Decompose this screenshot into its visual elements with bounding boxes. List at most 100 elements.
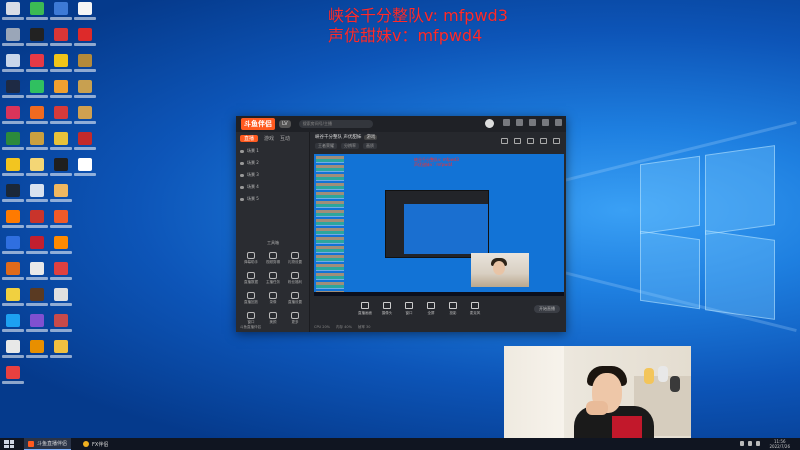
eye-icon[interactable]: [240, 173, 244, 177]
eye-icon[interactable]: [240, 185, 244, 189]
desktop-icon[interactable]: [0, 106, 26, 128]
desktop-icon[interactable]: [24, 132, 50, 154]
desktop-icon[interactable]: [72, 2, 98, 24]
desktop-icon[interactable]: [48, 314, 74, 336]
desktop-icon[interactable]: [0, 236, 26, 258]
desktop-icon[interactable]: [72, 106, 98, 128]
room-resolution[interactable]: 分辨率: [341, 143, 359, 149]
taskbar-app-douyu[interactable]: 斗鱼直播伴侣: [24, 438, 72, 450]
tool-item[interactable]: 美颜: [262, 312, 284, 325]
tool-item[interactable]: 直播设置: [284, 292, 306, 305]
network-icon[interactable]: [740, 441, 744, 446]
control-window[interactable]: 窗口: [398, 302, 420, 316]
desktop-icon[interactable]: [72, 54, 98, 76]
desktop-icon[interactable]: [24, 158, 50, 180]
desktop-icon[interactable]: [0, 54, 26, 76]
desktop-icon[interactable]: [24, 210, 50, 232]
desktop-icon[interactable]: [24, 288, 50, 310]
tool-item[interactable]: 视频剪辑: [262, 252, 284, 265]
taskbar-app-fx[interactable]: FX伴侣: [79, 438, 112, 450]
desktop-icon[interactable]: [48, 184, 74, 206]
desktop-icon[interactable]: [24, 262, 50, 284]
desktop-icon[interactable]: [24, 236, 50, 258]
control-projection[interactable]: 投影: [442, 302, 464, 316]
desktop-icon[interactable]: [48, 106, 74, 128]
desktop-icon[interactable]: [24, 28, 50, 50]
desktop-icon[interactable]: [24, 54, 50, 76]
desktop-icon[interactable]: [24, 314, 50, 336]
desktop-icon[interactable]: [72, 158, 98, 180]
desktop-icon[interactable]: [48, 236, 74, 258]
desktop-icon[interactable]: [48, 158, 74, 180]
start-live-button[interactable]: 开始直播: [534, 305, 560, 313]
avatar[interactable]: [485, 119, 494, 128]
desktop-icon[interactable]: [0, 340, 26, 362]
search-input[interactable]: 搜索房间号/主播: [298, 120, 373, 128]
control-screen[interactable]: 直播画面: [354, 302, 376, 316]
windows-start-icon[interactable]: [4, 440, 14, 448]
scene-item[interactable]: 场景 5: [236, 193, 309, 205]
maximize-icon[interactable]: [542, 119, 549, 126]
minimize-icon[interactable]: [529, 119, 536, 126]
desktop-icon[interactable]: [24, 80, 50, 102]
tool-item[interactable]: 录像: [262, 292, 284, 305]
tab-game[interactable]: 游戏: [264, 135, 274, 142]
volume-icon[interactable]: [748, 441, 752, 446]
tab-interact[interactable]: 互动: [280, 135, 290, 142]
taskbar-clock[interactable]: 11:56 2022/7/26: [769, 439, 790, 449]
scene-item[interactable]: 场景 4: [236, 181, 309, 193]
control-microphone[interactable]: 麦克风: [464, 302, 486, 316]
tool-item[interactable]: 直播回放: [240, 292, 262, 305]
desktop-icon[interactable]: [0, 210, 26, 232]
scene-item[interactable]: 场景 3: [236, 169, 309, 181]
tool-item[interactable]: 弹幕助手: [240, 252, 262, 265]
desktop-icon[interactable]: [0, 288, 26, 310]
eye-icon[interactable]: [240, 197, 244, 201]
tool-item[interactable]: 更多: [284, 312, 306, 325]
desktop-icon[interactable]: [72, 28, 98, 50]
tool-item[interactable]: 礼物设置: [284, 252, 306, 265]
desktop-icon[interactable]: [0, 314, 26, 336]
desktop-icon[interactable]: [0, 366, 26, 388]
desktop-icon[interactable]: [48, 2, 74, 24]
menu-icon[interactable]: [516, 119, 523, 126]
room-category[interactable]: 王者荣耀: [315, 143, 337, 149]
tool-item[interactable]: 粉丝福利: [284, 272, 306, 285]
scene-item[interactable]: 场景 2: [236, 157, 309, 169]
desktop-icon[interactable]: [0, 132, 26, 154]
desktop-icon[interactable]: [24, 2, 50, 24]
desktop-icon[interactable]: [48, 54, 74, 76]
record-icon[interactable]: [514, 138, 521, 144]
desktop-icon[interactable]: [0, 262, 26, 284]
settings-icon[interactable]: [503, 119, 510, 126]
desktop-icon[interactable]: [0, 158, 26, 180]
control-fullscreen[interactable]: 全屏: [420, 302, 442, 316]
tool-item[interactable]: 窗口: [240, 312, 262, 325]
desktop-icon[interactable]: [0, 80, 26, 102]
desktop-icon[interactable]: [48, 210, 74, 232]
eye-icon[interactable]: [240, 149, 244, 153]
desktop-icon[interactable]: [72, 132, 98, 154]
desktop-icon[interactable]: [48, 80, 74, 102]
control-camera[interactable]: 摄像头: [376, 302, 398, 316]
desktop-icon[interactable]: [48, 288, 74, 310]
tab-live[interactable]: 直播: [240, 135, 259, 142]
folder-icon[interactable]: [527, 138, 534, 144]
screenshot-icon[interactable]: [501, 138, 508, 144]
desktop-icon[interactable]: [0, 184, 26, 206]
desktop-icon[interactable]: [24, 184, 50, 206]
input-method-icon[interactable]: [756, 441, 760, 446]
scene-item[interactable]: 场景 1: [236, 145, 309, 157]
close-icon[interactable]: [555, 119, 562, 126]
tool-item[interactable]: 直播数据: [240, 272, 262, 285]
app-titlebar[interactable]: 斗鱼伴侣 LV 搜索房间号/主播: [236, 116, 566, 132]
eye-icon[interactable]: [240, 161, 244, 165]
desktop-icon[interactable]: [48, 28, 74, 50]
desktop-icon[interactable]: [24, 340, 50, 362]
room-quality[interactable]: 画质: [363, 143, 377, 149]
streaming-app-window[interactable]: 斗鱼伴侣 LV 搜索房间号/主播 直播 游戏 互动 场景 1 场景 2 场景 3…: [236, 116, 566, 332]
stream-preview[interactable]: 峡谷千分整队v: mfpwd3 声优甜妹v：mfpwd4: [314, 154, 564, 296]
share-icon[interactable]: [553, 138, 560, 144]
desktop-icon[interactable]: [72, 80, 98, 102]
desktop-icon[interactable]: [0, 28, 26, 50]
